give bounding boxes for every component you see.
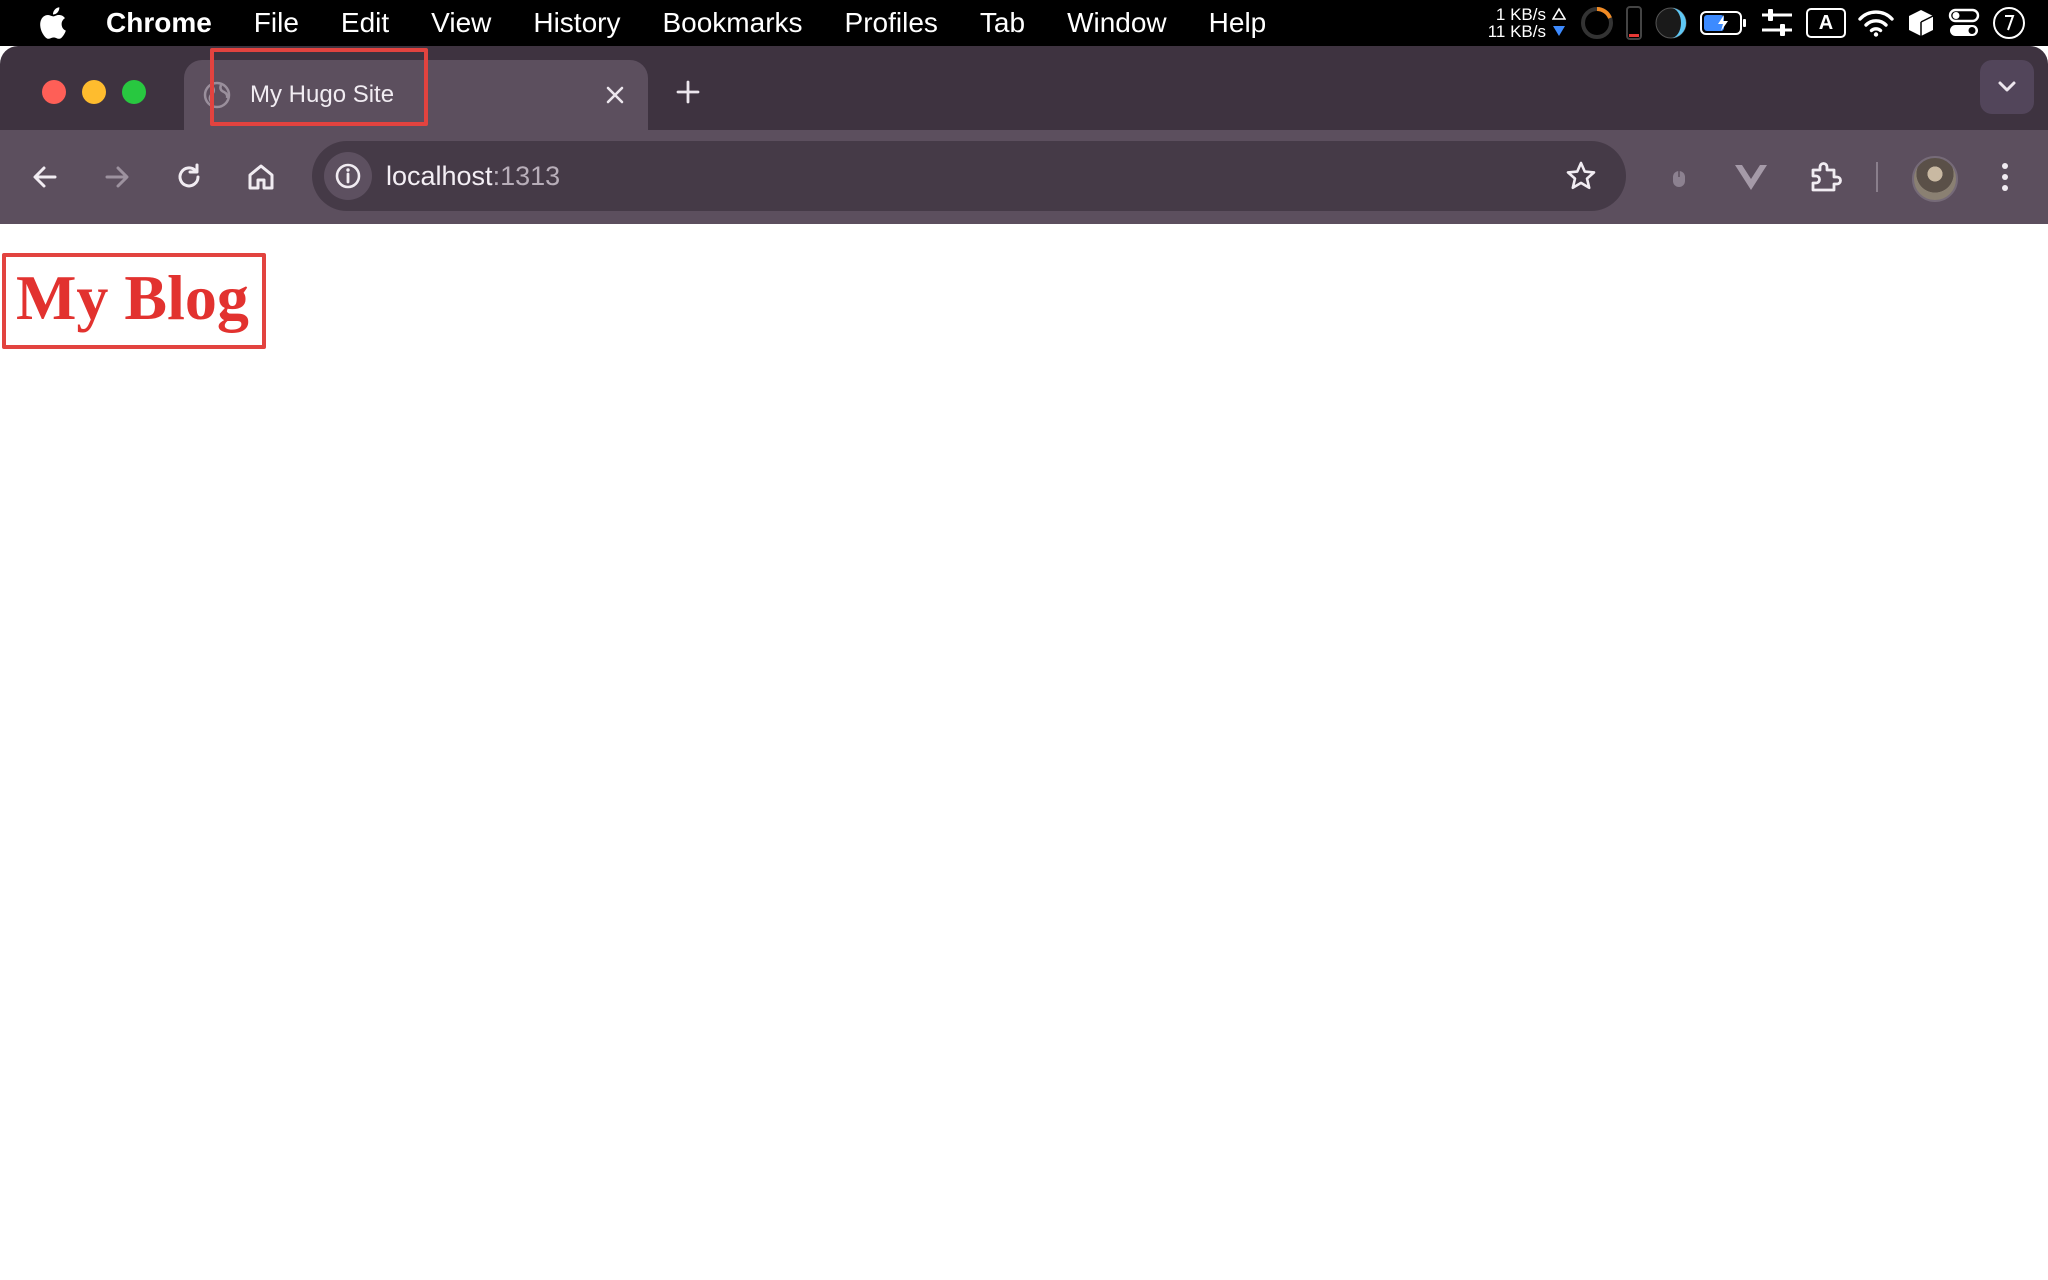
sliders-icon[interactable] bbox=[1760, 8, 1794, 38]
site-info-icon[interactable] bbox=[324, 152, 372, 200]
window-minimize-button[interactable] bbox=[82, 80, 106, 104]
window-zoom-button[interactable] bbox=[122, 80, 146, 104]
url-port: :1313 bbox=[492, 161, 561, 191]
profile-avatar[interactable] bbox=[1912, 156, 1958, 202]
vue-devtools-icon[interactable] bbox=[1728, 154, 1774, 200]
box-icon[interactable] bbox=[1906, 8, 1936, 38]
home-icon[interactable] bbox=[238, 154, 284, 200]
memory-bar-icon[interactable] bbox=[1626, 6, 1642, 40]
control-center-icon[interactable] bbox=[1948, 8, 1980, 38]
upload-speed: 1 KB/s bbox=[1495, 5, 1546, 24]
input-source-label: A bbox=[1806, 8, 1846, 38]
cpu-ring-icon[interactable] bbox=[1580, 6, 1614, 40]
forward-arrow-icon[interactable] bbox=[94, 154, 140, 200]
new-tab-icon[interactable] bbox=[668, 72, 708, 112]
bookmark-star-icon[interactable] bbox=[1558, 153, 1604, 199]
heading-highlight-box bbox=[2, 253, 266, 349]
address-bar[interactable]: localhost:1313 bbox=[312, 141, 1626, 211]
menu-view[interactable]: View bbox=[410, 0, 512, 46]
menu-history[interactable]: History bbox=[512, 0, 641, 46]
back-arrow-icon[interactable] bbox=[22, 154, 68, 200]
window-close-button[interactable] bbox=[42, 80, 66, 104]
chevron-down-icon bbox=[1998, 81, 2016, 92]
toolbar-divider bbox=[1876, 162, 1878, 192]
menu-profiles[interactable]: Profiles bbox=[824, 0, 959, 46]
tab-highlight-box bbox=[210, 48, 428, 126]
menu-file[interactable]: File bbox=[233, 0, 320, 46]
url-text[interactable]: localhost:1313 bbox=[386, 141, 560, 211]
download-speed: 11 KB/s bbox=[1487, 22, 1546, 41]
menu-edit[interactable]: Edit bbox=[320, 0, 410, 46]
menu-app-chrome[interactable]: Chrome bbox=[80, 0, 233, 46]
url-host: localhost bbox=[386, 161, 493, 191]
menu-bookmarks[interactable]: Bookmarks bbox=[641, 0, 823, 46]
tab-close-icon[interactable] bbox=[598, 78, 632, 112]
menu-bar-status-area: 1 KB/s 11 KB/s A bbox=[1488, 0, 2048, 46]
apple-logo-icon[interactable] bbox=[24, 0, 80, 46]
input-source-icon[interactable]: A bbox=[1806, 8, 1846, 38]
moon-icon[interactable] bbox=[1654, 6, 1688, 40]
extension-mouse-icon[interactable] bbox=[1656, 154, 1702, 200]
kebab-menu-icon[interactable] bbox=[1982, 154, 2028, 200]
macos-menu-bar: Chrome File Edit View History Bookmarks … bbox=[0, 0, 2048, 46]
extensions-puzzle-icon[interactable] bbox=[1802, 154, 1848, 200]
menu-help[interactable]: Help bbox=[1188, 0, 1288, 46]
menu-tab[interactable]: Tab bbox=[959, 0, 1046, 46]
browser-toolbar: localhost:1313 bbox=[0, 130, 2048, 224]
wifi-icon[interactable] bbox=[1858, 9, 1894, 37]
clock-icon[interactable] bbox=[1992, 6, 2026, 40]
battery-icon[interactable] bbox=[1700, 9, 1748, 37]
tab-search-button[interactable] bbox=[1980, 60, 2034, 114]
network-activity-icon bbox=[1552, 7, 1566, 39]
reload-icon[interactable] bbox=[166, 154, 212, 200]
web-page-content: My Blog bbox=[0, 224, 2048, 1280]
network-speed-readout[interactable]: 1 KB/s 11 KB/s bbox=[1488, 6, 1546, 40]
menu-window[interactable]: Window bbox=[1046, 0, 1188, 46]
